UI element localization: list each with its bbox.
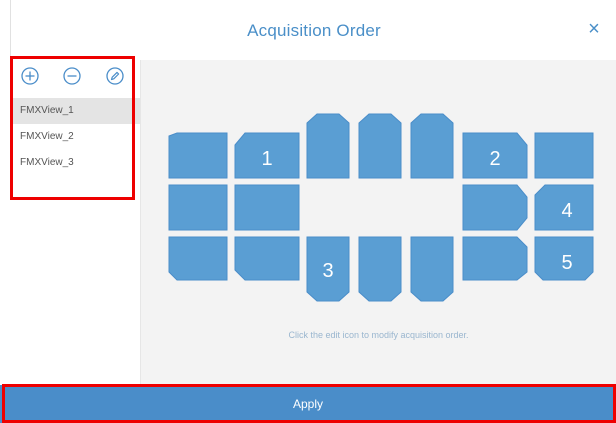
minus-circle-icon (63, 67, 81, 85)
hint-text: Click the edit icon to modify acquisitio… (288, 330, 469, 340)
tile-label-5: 5 (561, 252, 572, 274)
tile[interactable] (462, 236, 528, 281)
add-view-button[interactable] (20, 66, 40, 86)
views-toolbar (10, 60, 140, 96)
tile[interactable] (234, 184, 300, 231)
pencil-circle-icon (106, 67, 124, 85)
acquisition-order-dialog: Acquisition Order × FMXView_1 FMXView_2 … (0, 0, 616, 423)
remove-view-button[interactable] (62, 66, 82, 86)
dialog-header: Acquisition Order × (10, 0, 616, 61)
tile-label-2: 2 (489, 148, 500, 170)
tile[interactable] (410, 113, 454, 179)
tile[interactable] (168, 132, 228, 179)
view-item-1[interactable]: FMXView_1 (10, 98, 140, 124)
tile[interactable] (168, 184, 228, 231)
tile[interactable] (234, 236, 300, 281)
plus-circle-icon (21, 67, 39, 85)
tile[interactable] (534, 132, 594, 179)
close-icon[interactable]: × (583, 18, 605, 40)
tile-layout: 1 2 4 3 5 (168, 113, 594, 302)
tile[interactable] (306, 113, 350, 179)
view-list: FMXView_1 FMXView_2 FMXView_3 (10, 98, 140, 176)
tile[interactable] (168, 236, 228, 281)
tile-label-4: 4 (561, 200, 572, 222)
views-panel: FMXView_1 FMXView_2 FMXView_3 (10, 60, 141, 385)
dialog-title: Acquisition Order (247, 21, 381, 40)
view-item-3[interactable]: FMXView_3 (10, 150, 140, 176)
edit-view-button[interactable] (105, 66, 125, 86)
tile[interactable] (358, 113, 402, 179)
acquisition-layout-canvas: 1 2 4 3 5 Click the edit icon to modify … (141, 60, 616, 385)
tile[interactable] (410, 236, 454, 302)
tile-label-1: 1 (261, 148, 272, 170)
tile-label-3: 3 (322, 260, 333, 282)
apply-button[interactable]: Apply (0, 385, 616, 423)
tile[interactable] (358, 236, 402, 302)
view-item-2[interactable]: FMXView_2 (10, 124, 140, 150)
tile[interactable] (462, 184, 528, 231)
